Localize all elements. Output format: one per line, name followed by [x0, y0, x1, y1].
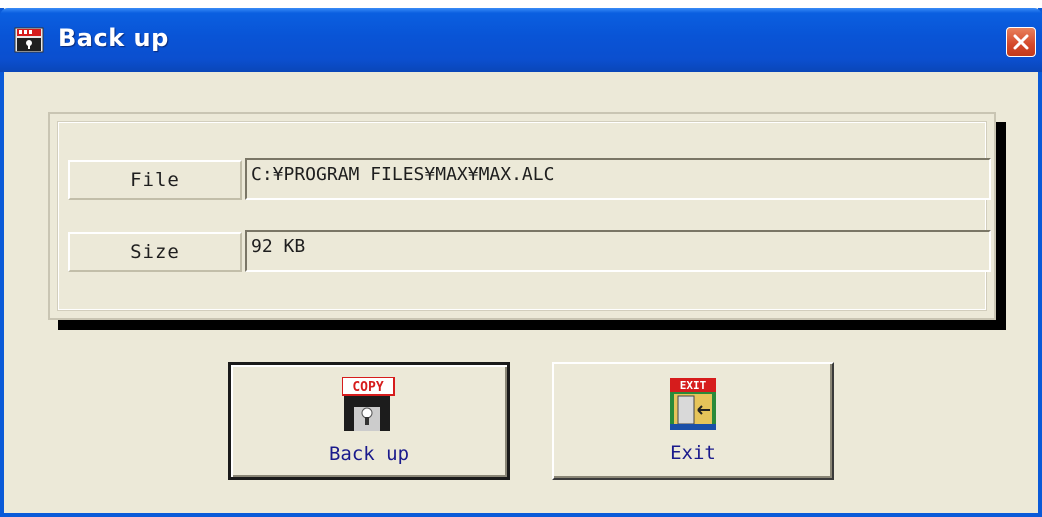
exit-button[interactable]: EXIT Exit [552, 362, 834, 480]
close-button[interactable] [1006, 27, 1036, 57]
backup-button-label: Back up [328, 443, 410, 465]
backup-button[interactable]: COPY Back up [228, 362, 510, 480]
group-inner-border [57, 121, 987, 311]
copy-icon-text: COPY [352, 380, 383, 395]
exit-door-icon: EXIT [668, 376, 718, 436]
title-bar[interactable]: Back up [0, 8, 1042, 72]
copy-floppy-icon: COPY [341, 376, 396, 437]
backup-dialog: Back up File C:¥PROGRAM FILES¥MAX¥MAX.AL… [0, 8, 1042, 517]
size-label: Size [68, 232, 242, 272]
exit-button-label: Exit [670, 442, 716, 464]
close-x-icon [1013, 34, 1029, 50]
file-path-field: C:¥PROGRAM FILES¥MAX¥MAX.ALC [245, 158, 991, 200]
window-title: Back up [58, 24, 169, 52]
exit-icon-text: EXIT [680, 379, 707, 392]
size-field: 92 KB [245, 230, 991, 272]
floppy-app-icon [14, 27, 44, 53]
file-label: File [68, 160, 242, 200]
desktop-background [0, 0, 1042, 8]
file-info-group: File C:¥PROGRAM FILES¥MAX¥MAX.ALC Size 9… [48, 112, 996, 320]
